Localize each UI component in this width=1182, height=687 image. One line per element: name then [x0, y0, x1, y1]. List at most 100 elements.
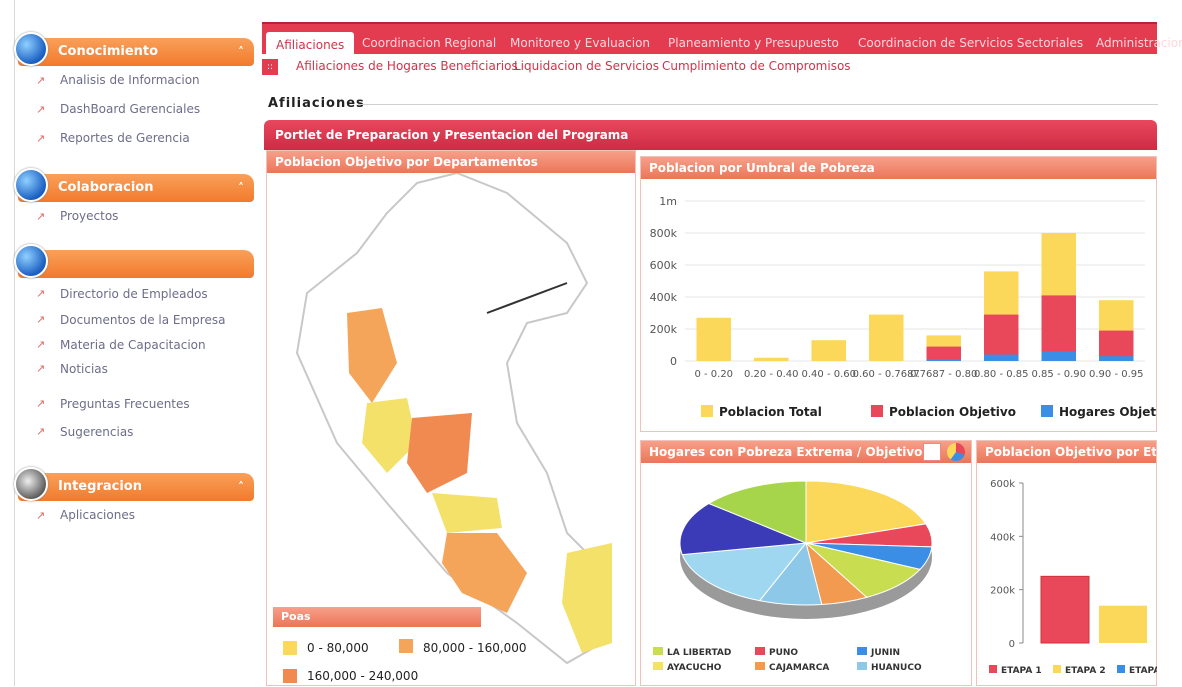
pie-chart-toggle-icon[interactable] — [947, 443, 965, 461]
legend-swatch — [871, 405, 883, 417]
sidebar-item-aplicaciones[interactable]: ↗ Aplicaciones — [18, 501, 254, 530]
main-tabbar: Afiliaciones Coordinacion Regional Monit… — [262, 22, 1182, 58]
chevron-up-icon[interactable]: ˄ — [238, 38, 244, 66]
bar-poblacion-total — [869, 314, 904, 361]
bar-poblacion-total — [696, 317, 731, 361]
item-label: Documentos de la Empresa — [60, 313, 226, 327]
link-icon: ↗ — [36, 287, 46, 300]
etapa-bar-chart: 0 200k 400k 600k ETAPA 1 ETAPA 2 ETAPA 3 — [989, 479, 1157, 676]
portlet-title: Portlet de Preparacion y Presentacion de… — [275, 128, 629, 142]
y-tick-label: 1m — [659, 195, 677, 208]
umbral-chart-panel: Poblacion por Umbral de Pobreza 0 200k 400… — [640, 156, 1157, 432]
legend-swatch — [1053, 665, 1061, 673]
subtab-cumplimiento[interactable]: Cumplimiento de Compromisos — [662, 59, 851, 73]
section-header-integracion[interactable]: Integracion ˄ — [14, 467, 254, 501]
bar-poblacion-total — [754, 357, 789, 361]
legend-label: 160,000 - 240,000 — [307, 669, 419, 683]
section-title: Conocimiento — [58, 44, 159, 59]
tab-coordinacion-regional[interactable]: Coordinacion Regional — [362, 30, 496, 56]
legend-label: 80,000 - 160,000 — [423, 641, 527, 655]
x-tick-label: 0.20 - 0.40 — [744, 369, 799, 380]
tab-afiliaciones[interactable]: Afiliaciones — [266, 32, 355, 58]
item-label: Analisis de Informacion — [60, 73, 200, 87]
sidebar-section-colaboracion: Colaboracion ˄ ↗ Proyectos — [14, 168, 254, 231]
legend-label: LA LIBERTAD — [667, 648, 731, 658]
section-header-conocimiento[interactable]: Conocimiento ˄ — [14, 32, 254, 66]
link-icon: ↗ — [36, 132, 46, 145]
section-header-colaboracion[interactable]: Colaboracion ˄ — [14, 168, 254, 202]
link-icon: ↗ — [36, 425, 46, 438]
chevron-up-icon[interactable]: ˄ — [238, 174, 244, 202]
bar-poblacion-objetivo — [984, 314, 1019, 361]
tab-coordinacion-servicios[interactable]: Coordinacion de Servicios Sectoriales — [858, 30, 1083, 56]
legend-swatch — [755, 647, 765, 655]
sidebar-section-recursos: ↗ Directorio de Empleados ↗ Documentos de … — [14, 244, 254, 446]
item-label: DashBoard Gerenciales — [60, 102, 201, 116]
globe-icon — [14, 244, 48, 278]
sidebar-item-directorio[interactable]: ↗ Directorio de Empleados — [18, 282, 254, 306]
bar-chart-toggle-icon[interactable] — [923, 443, 941, 461]
item-label: Reportes de Gerencia — [60, 131, 190, 145]
grid-icon[interactable]: :: — [262, 59, 278, 75]
gears-icon — [14, 467, 48, 501]
tab-monitoreo[interactable]: Monitoreo y Evaluacion — [510, 30, 650, 56]
legend-swatch-dark-orange — [283, 669, 297, 683]
pie-chart: LA LIBERTAD PUNO JUNIN AYACUCHO CAJAMARCA HUA… — [653, 480, 933, 673]
legend-swatch — [653, 662, 663, 670]
etapa-bar — [1040, 575, 1090, 644]
x-tick-label: 0.40 - 0.60 — [802, 369, 857, 380]
tab-planeamiento[interactable]: Planeamiento y Presupuesto — [668, 30, 839, 56]
legend-swatch — [989, 665, 997, 673]
sidebar-item-noticias[interactable]: ↗ Noticias — [18, 356, 254, 390]
left-border — [14, 0, 15, 686]
map-panel: Poblacion Objetivo por Departamentos Poa… — [266, 150, 636, 686]
section-title: Integracion — [58, 479, 142, 494]
item-label: Directorio de Empleados — [60, 287, 208, 301]
sidebar-item-analisis[interactable]: ↗ Analisis de Informacion — [18, 66, 254, 95]
pie-chart-panel: Hogares con Pobreza Extrema / Objetivo L… — [640, 440, 972, 686]
item-label: Sugerencias — [60, 425, 134, 439]
sidebar-item-documentos[interactable]: ↗ Documentos de la Empresa — [18, 306, 254, 334]
bar-poblacion-total — [811, 340, 846, 361]
sidebar-item-proyectos[interactable]: ↗ Proyectos — [18, 202, 254, 231]
sidebar-item-preguntas[interactable]: ↗ Preguntas Frecuentes — [18, 390, 254, 418]
sidebar-item-dashboard[interactable]: ↗ DashBoard Gerenciales — [18, 95, 254, 124]
legend-label: Hogares Objetivos — [1059, 405, 1156, 419]
link-icon: ↗ — [36, 103, 46, 116]
map-panel-title: Poblacion Objetivo por Departamentos — [267, 151, 635, 173]
item-label: Preguntas Frecuentes — [60, 397, 190, 411]
x-tick-label: 0.80 - 0.85 — [974, 369, 1029, 380]
sidebar-item-sugerencias[interactable]: ↗ Sugerencias — [18, 418, 254, 446]
link-icon: ↗ — [36, 338, 46, 351]
subtab-afiliaciones-hogares[interactable]: Afiliaciones de Hogares Beneficiarios — [296, 59, 518, 73]
umbral-chart-title: Poblacion por Umbral de Pobreza — [641, 157, 1156, 179]
sidebar-section-integracion: Integracion ˄ ↗ Aplicaciones — [14, 467, 254, 530]
x-tick-label: 0 - 0.20 — [694, 369, 733, 380]
legend-label: ETAPA 1 — [1001, 666, 1042, 676]
bar-poblacion-objetivo — [1041, 295, 1076, 361]
bar-hogares-objetivos — [1099, 356, 1134, 361]
sidebar-item-reportes[interactable]: ↗ Reportes de Gerencia — [18, 124, 254, 153]
legend-swatch-orange — [399, 639, 413, 653]
item-label: Aplicaciones — [60, 508, 135, 522]
y-tick-label: 400k — [990, 532, 1015, 543]
x-tick-label: 0.90 - 0.95 — [1089, 369, 1144, 380]
legend-swatch — [701, 405, 713, 417]
legend-label: ETAPA 2 — [1065, 666, 1106, 676]
link-icon: ↗ — [36, 509, 46, 522]
legend-label: ETAPA 3 — [1129, 666, 1157, 676]
y-tick-label: 0 — [670, 355, 677, 368]
y-tick-label: 600k — [990, 479, 1015, 490]
bar-hogares-objetivos — [984, 354, 1019, 361]
y-tick-label: 0 — [1009, 639, 1015, 650]
item-label: Noticias — [60, 362, 108, 376]
chevron-up-icon[interactable]: ˄ — [238, 473, 244, 501]
tab-administracion[interactable]: Administracion — [1096, 30, 1182, 56]
subtab-liquidacion[interactable]: Liquidacion de Servicios — [514, 59, 659, 73]
bar-hogares-objetivos — [1041, 351, 1076, 361]
etapa-chart-title: Poblacion Objetivo por Etapa — [977, 441, 1156, 463]
sidebar-item-materia[interactable]: ↗ Materia de Capacitacion — [18, 334, 254, 356]
section-title: Colaboracion — [58, 180, 154, 195]
section-header-recursos[interactable] — [14, 244, 254, 278]
globe-icon — [14, 168, 48, 202]
